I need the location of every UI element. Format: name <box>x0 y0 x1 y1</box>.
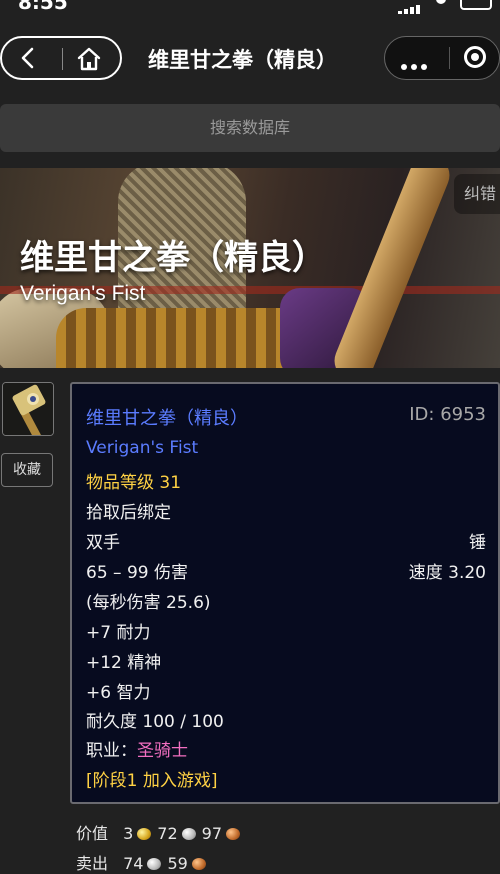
report-error-button[interactable]: 纠错 <box>454 174 500 214</box>
hero-title: 维里甘之拳（精良） <box>20 238 326 278</box>
hero-subtitle: Verigan's Fist <box>20 282 146 305</box>
nav-capsule-left <box>0 36 122 80</box>
home-icon[interactable] <box>76 46 102 72</box>
capsule-divider <box>62 48 63 70</box>
signal-icon <box>398 0 424 14</box>
favorite-button[interactable]: 收藏 <box>1 453 53 487</box>
item-stat: +6 智力 <box>86 683 151 703</box>
item-id: ID: 6953 <box>409 404 486 425</box>
item-stat: +7 耐力 <box>86 623 151 643</box>
nav-bar: 维里甘之拳（精良） <box>0 30 500 88</box>
status-time: 8:55 <box>18 0 68 14</box>
more-icon[interactable] <box>401 55 431 74</box>
copper-amount: 97 <box>201 824 223 843</box>
search-input[interactable]: 搜索数据库 <box>0 104 500 152</box>
item-dps: (每秒伤害 25.6) <box>86 593 211 613</box>
item-level: 物品等级 31 <box>86 473 182 493</box>
close-miniprogram-icon[interactable] <box>464 46 486 68</box>
gold-amount: 3 <box>123 824 134 843</box>
value-label: 价值 <box>76 824 109 843</box>
copper-coin-icon <box>191 858 206 870</box>
battery-icon <box>460 0 492 10</box>
item-phase: [阶段1 加入游戏] <box>86 771 218 791</box>
status-bar: 8:55 <box>0 0 500 14</box>
class-value: 圣骑士 <box>137 741 188 761</box>
item-class: 职业：圣骑士 <box>86 736 484 761</box>
item-name-en: Verigan's Fist <box>86 438 199 458</box>
gold-coin-icon <box>137 828 152 840</box>
item-slot: 双手 <box>86 533 120 553</box>
wifi-icon <box>436 0 446 4</box>
bind-type: 拾取后绑定 <box>86 503 171 523</box>
item-speed: 速度 3.20 <box>408 563 486 583</box>
capsule-divider <box>449 47 450 69</box>
item-tooltip: 维里甘之拳（精良） ID: 6953 Verigan's Fist 物品等级 3… <box>70 382 500 804</box>
silver-amount: 72 <box>157 824 178 843</box>
value-row: 价值 3 72 97 <box>76 820 246 844</box>
hero-banner: 维里甘之拳（精良） Verigan's Fist 纠错 <box>0 168 500 368</box>
item-type: 锤 <box>469 533 486 553</box>
mace-icon <box>2 382 54 436</box>
silver-coin-icon <box>147 858 162 870</box>
back-icon[interactable] <box>16 46 40 70</box>
class-label: 职业： <box>86 741 137 761</box>
item-stat: +12 精神 <box>86 653 162 673</box>
hero-art-staff <box>328 168 456 368</box>
sell-row: 卖出 74 59 <box>76 850 212 874</box>
copper-coin-icon <box>226 828 241 840</box>
page-title: 维里甘之拳（精良） <box>148 48 337 72</box>
silver-coin-icon <box>181 828 196 840</box>
nav-capsule-right <box>384 36 500 80</box>
item-durability: 耐久度 100 / 100 <box>86 712 224 732</box>
